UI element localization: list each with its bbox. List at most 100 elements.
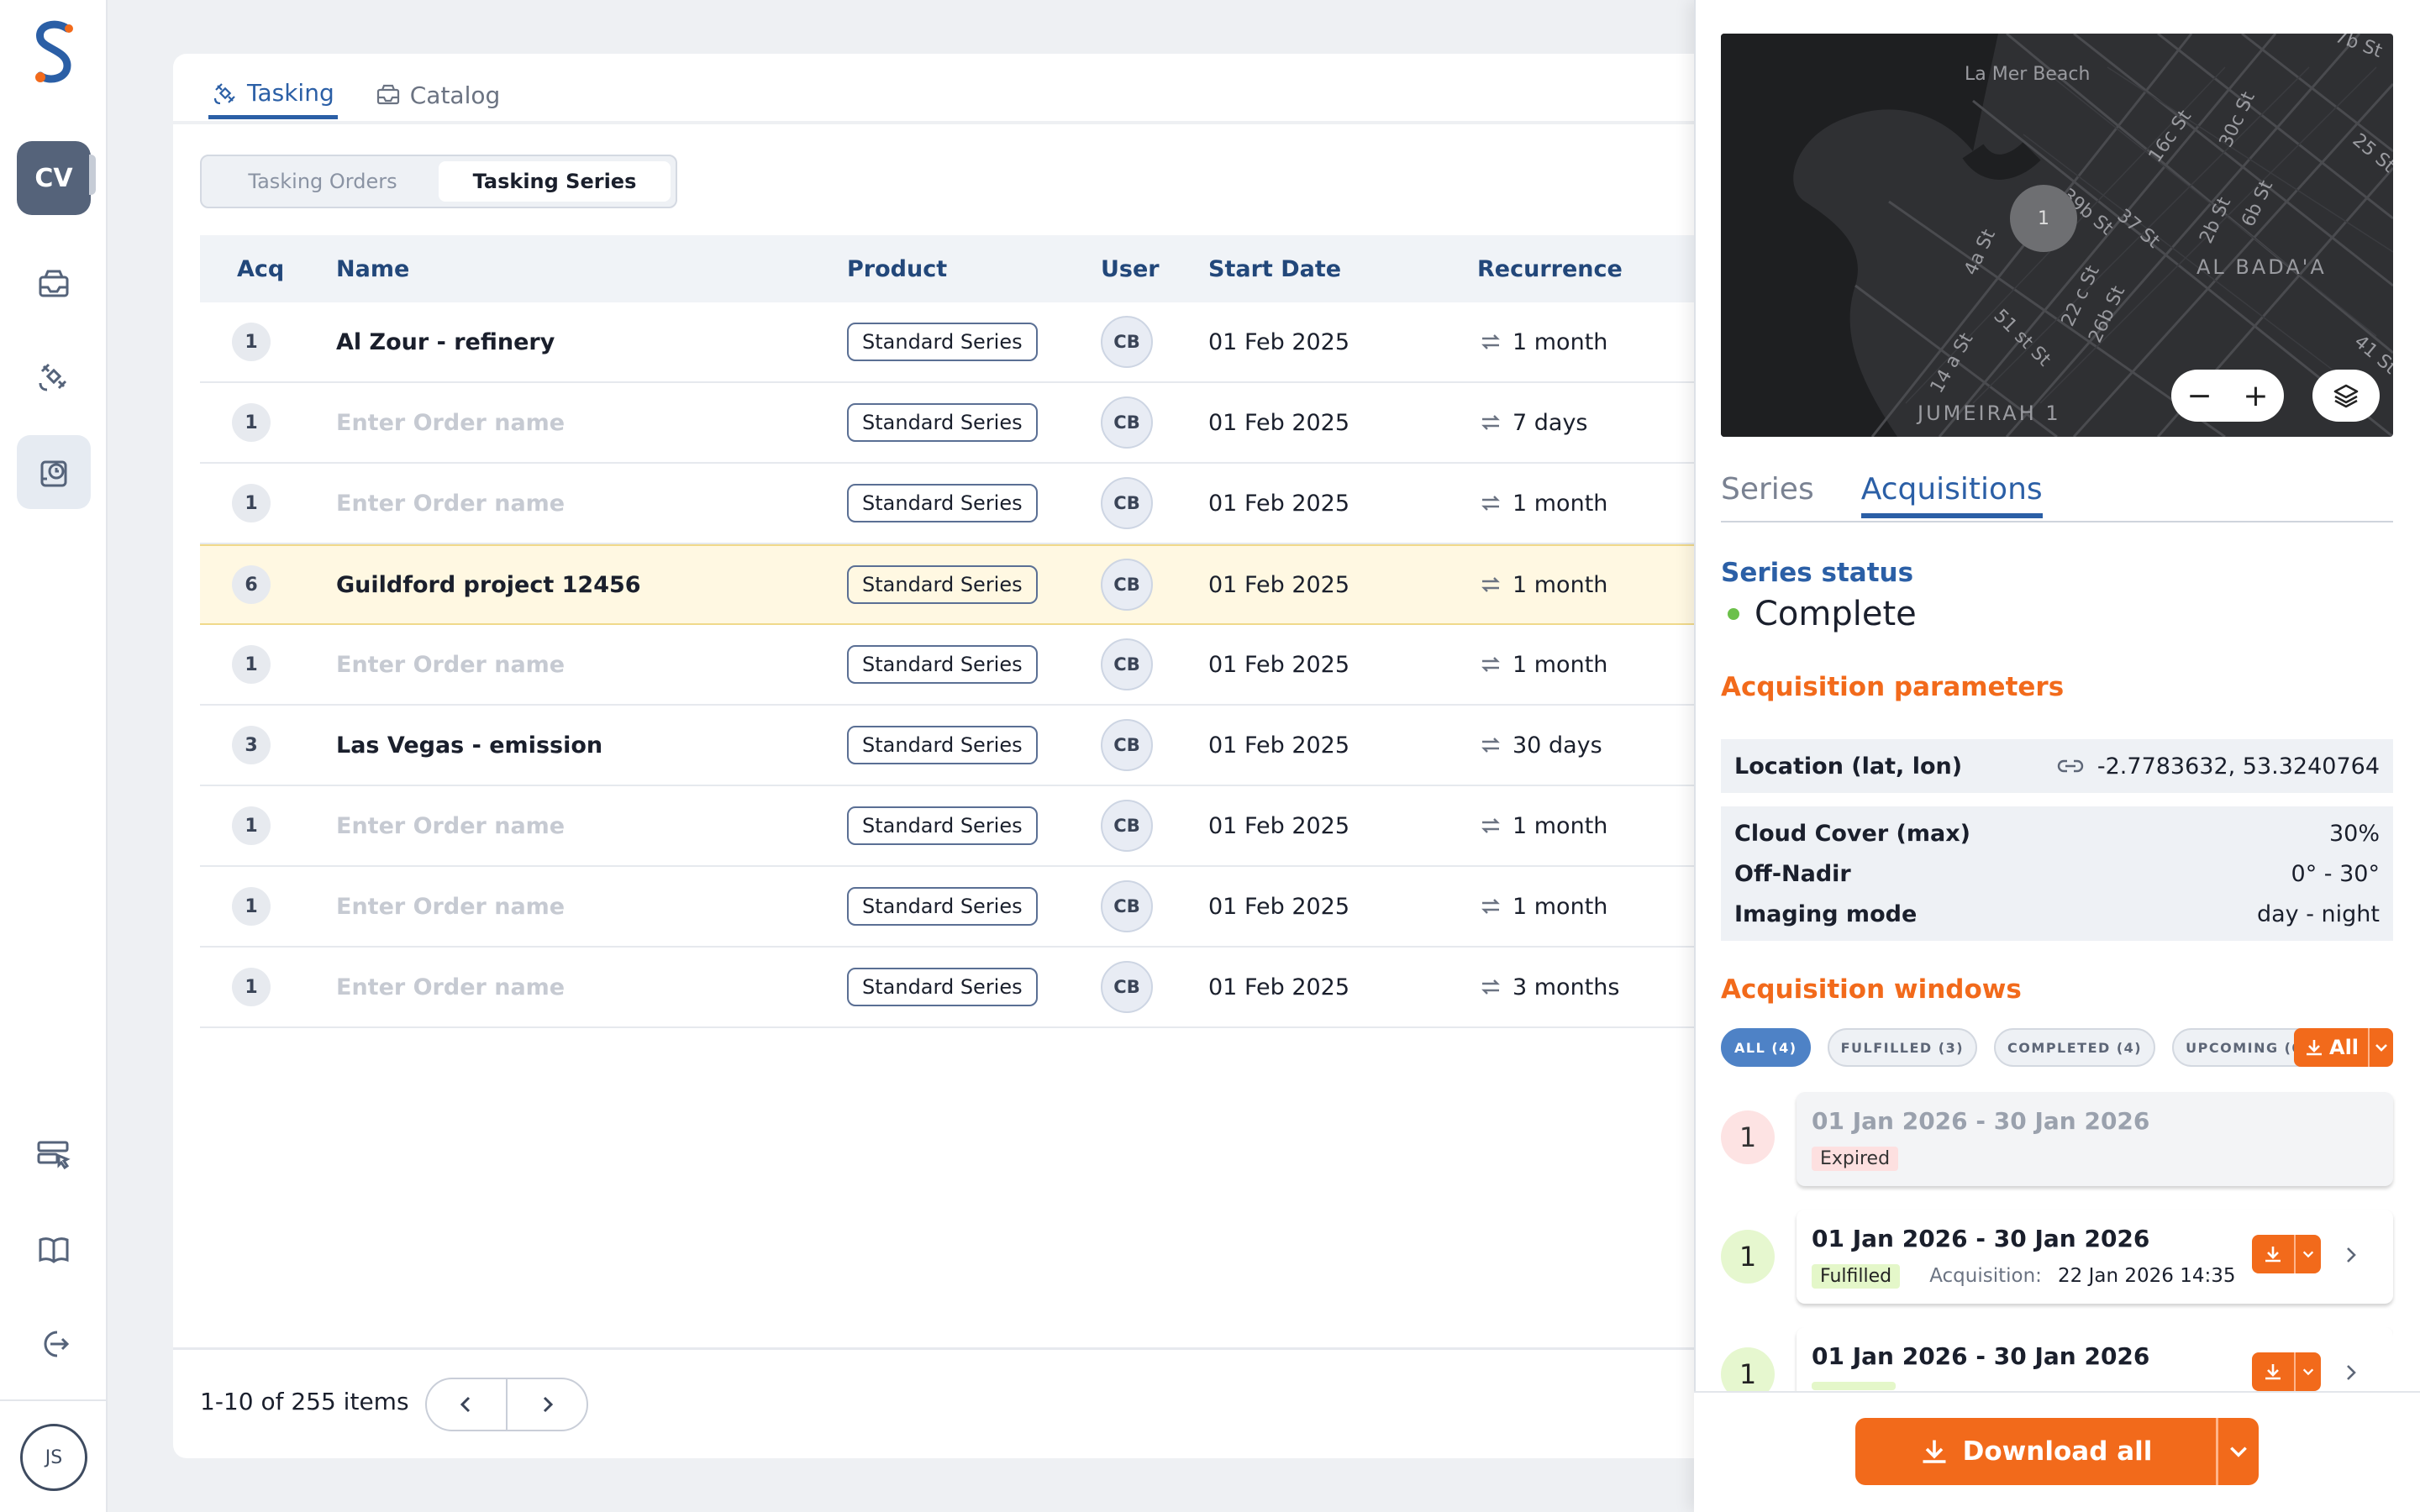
order-name[interactable]: Guildford project 12456 — [336, 572, 847, 598]
table-row[interactable]: 1 Enter Order name Standard Series CB 01 Feb… — [200, 625, 1712, 706]
table-row[interactable]: 1 Enter Order name Standard Series CB 01 Feb… — [200, 383, 1712, 464]
panel-tabs-divider — [1721, 521, 2393, 522]
tab-series[interactable]: Series — [1721, 472, 1814, 518]
all-dropdown-toggle[interactable] — [2370, 1040, 2393, 1055]
app-logo[interactable] — [30, 20, 77, 87]
acq-count-badge: 1 — [232, 403, 271, 442]
start-date: 01 Feb 2025 — [1208, 732, 1350, 759]
chevron-down-icon — [2302, 1368, 2314, 1376]
user-cell: CB — [1101, 638, 1208, 690]
user-avatar[interactable]: JS — [20, 1424, 87, 1491]
user-cell: CB — [1101, 477, 1208, 529]
filter-fulfilled[interactable]: FULFILLED (3) — [1827, 1028, 1978, 1067]
tab-tasking-label: Tasking — [247, 79, 334, 107]
table-row[interactable]: 1 Enter Order name Standard Series CB 01 Feb… — [200, 786, 1712, 867]
map-label: La Mer Beach — [1965, 64, 2091, 85]
repeat-icon — [1481, 899, 1500, 914]
order-name[interactable]: Enter Order name — [336, 410, 847, 436]
status-badge — [1812, 1382, 1896, 1390]
start-date: 01 Feb 2025 — [1208, 893, 1350, 920]
acq-cell: 6 — [200, 565, 336, 604]
header-user[interactable]: User — [1101, 256, 1208, 282]
chevron-right-icon[interactable] — [2341, 1362, 2361, 1383]
satellite-icon[interactable] — [17, 339, 91, 413]
header-recurrence[interactable]: Recurrence — [1477, 256, 1712, 282]
download-all-windows-button[interactable]: All — [2294, 1028, 2393, 1067]
recurrence-cell: 7 days — [1477, 409, 1712, 436]
filter-completed[interactable]: COMPLETED (4) — [1994, 1028, 2156, 1067]
order-name[interactable]: Enter Order name — [336, 813, 847, 839]
zoom-out-button[interactable]: − — [2186, 379, 2212, 413]
segment-tasking-orders[interactable]: Tasking Orders — [207, 161, 439, 202]
product-pill: Standard Series — [847, 968, 1038, 1006]
table-row[interactable]: 3 Las Vegas - emission Standard Series CB 01… — [200, 706, 1712, 786]
product-pill: Standard Series — [847, 484, 1038, 522]
download-icon — [2265, 1364, 2281, 1380]
acq-count-badge: 6 — [232, 565, 271, 604]
acq-cell: 3 — [200, 726, 336, 764]
zoom-in-button[interactable]: + — [2243, 379, 2268, 413]
order-name[interactable]: Al Zour - refinery — [336, 329, 847, 355]
window-date-range: 01 Jan 2026 - 30 Jan 2026 — [1812, 1107, 2150, 1135]
segment-tasking-series[interactable]: Tasking Series — [439, 161, 671, 202]
chevron-right-icon[interactable] — [2341, 1245, 2361, 1265]
acq-count-badge: 3 — [232, 726, 271, 764]
tab-acquisitions[interactable]: Acquisitions — [1860, 472, 2043, 518]
prev-page-button[interactable] — [427, 1379, 508, 1430]
header-acq[interactable]: Acq — [200, 256, 336, 282]
link-icon[interactable] — [2057, 758, 2084, 774]
map-cluster-marker[interactable]: 1 — [2010, 185, 2077, 252]
user-avatar: CB — [1101, 477, 1153, 529]
order-name[interactable]: Enter Order name — [336, 491, 847, 517]
logout-icon[interactable] — [17, 1307, 91, 1381]
order-name[interactable]: Enter Order name — [336, 652, 847, 678]
window-download-button[interactable] — [2252, 1352, 2321, 1391]
user-avatar: CB — [1101, 638, 1153, 690]
header-start-date[interactable]: Start Date — [1208, 256, 1477, 282]
order-name[interactable]: Las Vegas - emission — [336, 732, 847, 759]
table-row[interactable]: 1 Enter Order name Standard Series CB 01 Feb… — [200, 867, 1712, 948]
product-pill: Standard Series — [847, 887, 1038, 926]
tab-tasking[interactable]: Tasking — [208, 71, 338, 119]
product-cell: Standard Series — [847, 403, 1101, 442]
acq-cell: 1 — [200, 484, 336, 522]
table-row[interactable]: 1 Al Zour - refinery Standard Series CB 01 F… — [200, 302, 1712, 383]
product-cell: Standard Series — [847, 968, 1101, 1006]
param-off-nadir-value: 0° - 30° — [2291, 860, 2380, 887]
map-view[interactable]: La Mer Beach AL BADA'A JUMEIRAH 1 16c St… — [1721, 34, 2393, 437]
table-row[interactable]: 1 Enter Order name Standard Series CB 01 Feb… — [200, 948, 1712, 1028]
next-page-button[interactable] — [508, 1379, 587, 1430]
catalog-tray-icon[interactable] — [17, 247, 91, 321]
parameters-box: Cloud Cover (max) 30% Off-Nadir 0° - 30° I… — [1721, 806, 2393, 941]
window-download-button[interactable] — [2252, 1235, 2321, 1273]
header-name[interactable]: Name — [336, 256, 847, 282]
repeat-icon — [1481, 577, 1500, 592]
filter-all[interactable]: ALL (4) — [1721, 1028, 1811, 1067]
table-row[interactable]: 6 Guildford project 12456 Standard Series C… — [200, 544, 1712, 625]
download-all-button[interactable]: Download all — [1855, 1418, 2259, 1485]
recurrence-cell: 1 month — [1477, 812, 1712, 839]
workspace-badge[interactable]: CV — [17, 141, 91, 215]
order-name[interactable]: Enter Order name — [336, 974, 847, 1000]
product-pill: Standard Series — [847, 645, 1038, 684]
acquisition-window: 1 01 Jan 2026 - 30 Jan 2026 Expired — [1721, 1092, 2393, 1193]
window-card-expired[interactable]: 01 Jan 2026 - 30 Jan 2026 Expired — [1797, 1092, 2393, 1186]
catalog-tray-icon — [376, 84, 399, 105]
user-cell: CB — [1101, 961, 1208, 1013]
table-row[interactable]: 1 Enter Order name Standard Series CB 01 Feb… — [200, 464, 1712, 544]
acq-count-badge: 1 — [232, 484, 271, 522]
download-all-dropdown[interactable] — [2218, 1418, 2259, 1485]
series-status-title: Series status — [1721, 558, 1914, 588]
book-icon[interactable] — [17, 1213, 91, 1287]
tab-catalog[interactable]: Catalog — [371, 71, 504, 119]
table-body: 1 Al Zour - refinery Standard Series CB 01 F… — [200, 302, 1712, 1028]
user-cell: CB — [1101, 316, 1208, 368]
download-icon — [2307, 1040, 2322, 1056]
product-cell: Standard Series — [847, 806, 1101, 845]
header-product[interactable]: Product — [847, 256, 1101, 282]
order-name[interactable]: Enter Order name — [336, 894, 847, 920]
status-badge: Expired — [1812, 1147, 1899, 1171]
server-cursor-icon[interactable] — [17, 1117, 91, 1191]
tasking-clock-icon[interactable] — [17, 435, 91, 509]
layers-button[interactable] — [2312, 370, 2380, 422]
